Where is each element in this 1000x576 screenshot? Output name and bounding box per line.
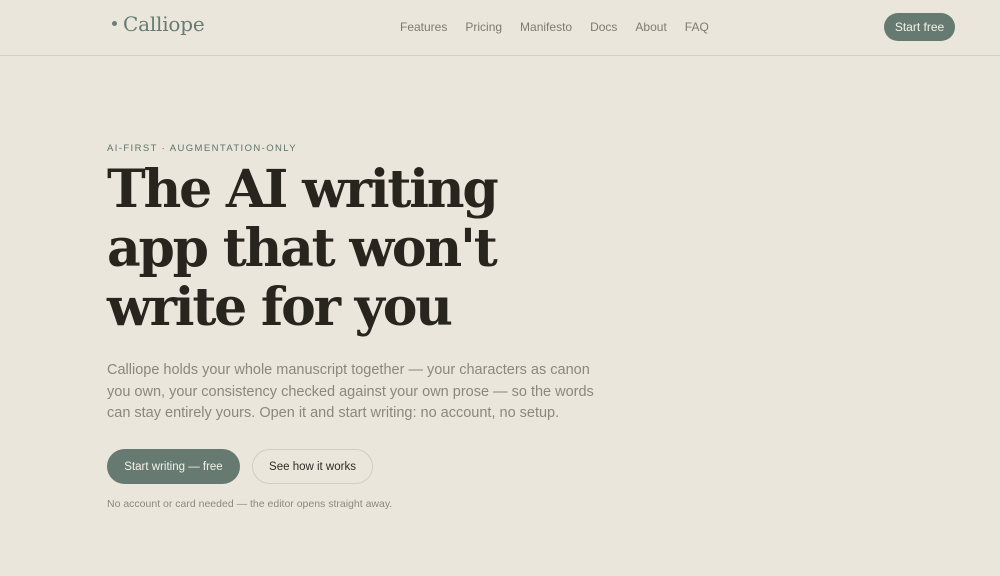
main-nav: Features Pricing Manifesto Docs About FA… <box>400 20 727 34</box>
nav-item-about[interactable]: About <box>635 20 666 34</box>
logo-dot-icon <box>112 20 117 26</box>
start-free-button[interactable]: Start free <box>884 13 955 41</box>
site-header: Calliope Features Pricing Manifesto Docs… <box>0 0 1000 56</box>
logo[interactable]: Calliope <box>112 12 205 36</box>
see-how-it-works-button[interactable]: See how it works <box>252 449 373 484</box>
hero-description: Calliope holds your whole manuscript tog… <box>107 362 594 421</box>
nav-item-faq[interactable]: FAQ <box>685 20 709 34</box>
nav-item-features[interactable]: Features <box>400 20 447 34</box>
start-writing-button[interactable]: Start writing — free <box>107 449 240 484</box>
signup-note: No account or card needed — the editor o… <box>107 498 393 510</box>
hero-eyebrow: AI-FIRST · AUGMENTATION-ONLY <box>107 143 297 154</box>
nav-item-manifesto[interactable]: Manifesto <box>520 20 572 34</box>
nav-item-docs[interactable]: Docs <box>590 20 617 34</box>
logo-text: Calliope <box>123 12 205 36</box>
hero-headline: The AI writing app that won't write for … <box>107 159 499 338</box>
nav-item-pricing[interactable]: Pricing <box>465 20 502 34</box>
